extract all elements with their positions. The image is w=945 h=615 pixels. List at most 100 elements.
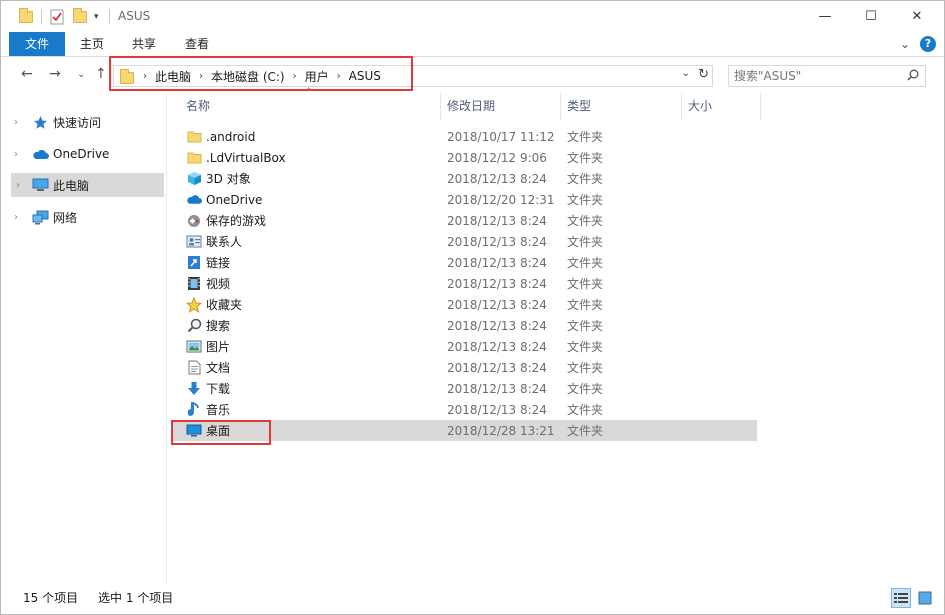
music-icon [186,402,202,418]
file-name-cell: 保存的游戏 [171,210,441,231]
file-type: 文件夹 [567,340,604,354]
file-row[interactable]: OneDrive 2018/12/20 12:31 文件夹 [171,189,757,210]
sidebar-item-onedrive[interactable]: › OneDrive [9,142,165,166]
maximize-button[interactable]: ☐ [848,1,894,32]
file-row[interactable]: 3D 对象 2018/12/13 8:24 文件夹 [171,168,757,189]
folder-icon [186,129,202,145]
column-header-date[interactable]: 修改日期 [441,93,561,119]
file-row[interactable]: 图片 2018/12/13 8:24 文件夹 [171,336,757,357]
customize-toolbar-icon[interactable]: ▾ [94,8,99,26]
file-name: 文档 [206,361,231,375]
back-button[interactable]: ← [21,66,33,82]
sidebar-item-label: OneDrive [53,147,110,161]
file-modified-date: 2018/10/17 11:12 [447,129,555,144]
column-header-size[interactable]: 大小 [682,93,761,119]
file-name: 收藏夹 [206,298,243,312]
search-icon [186,318,202,334]
gamepad-icon [186,213,202,229]
file-type: 文件夹 [567,130,604,144]
file-name: OneDrive [206,192,263,207]
file-type: 文件夹 [567,151,604,165]
column-header-name[interactable]: 名称 [180,93,441,119]
file-row[interactable]: 搜索 2018/12/13 8:24 文件夹 [171,315,757,336]
item-count: 15 个项目 [23,591,79,605]
new-folder-icon[interactable] [73,8,87,26]
file-modified-date: 2018/12/13 8:24 [447,297,547,312]
file-name-cell: 下载 [171,378,441,399]
column-header-row: ⌃ 名称 修改日期 类型 大小 [168,87,944,119]
file-name-cell: .android [171,126,441,147]
file-name-cell: 视频 [171,273,441,294]
tab-share[interactable]: 共享 [119,32,169,56]
large-icons-view-icon [918,591,932,605]
chevron-right-icon[interactable]: › [9,149,23,160]
properties-icon[interactable] [50,8,64,26]
file-explorer-window: ▾ ASUS — ☐ ✕ 文件 主页 共享 查看 ⌄ ? ← → ⌄ ↑ › 此… [0,0,945,615]
file-name-cell: 收藏夹 [171,294,441,315]
picture-icon [186,339,202,355]
cube-icon [186,171,202,187]
file-row[interactable]: 联系人 2018/12/13 8:24 文件夹 [171,231,757,252]
large-icons-view-button[interactable] [915,588,935,608]
tab-view[interactable]: 查看 [172,32,222,56]
sidebar-item-label: 此电脑 [53,178,90,193]
file-modified-date: 2018/12/13 8:24 [447,234,547,249]
contacts-icon [186,234,202,250]
file-name-cell: 搜索 [171,315,441,336]
file-modified-date: 2018/12/13 8:24 [447,360,547,375]
tab-file[interactable]: 文件 [9,32,65,56]
star-icon [31,114,49,130]
search-input[interactable] [729,66,899,86]
folder-icon[interactable] [19,8,33,26]
file-row[interactable]: 文档 2018/12/13 8:24 文件夹 [171,357,757,378]
file-modified-date: 2018/12/13 8:24 [447,339,547,354]
address-highlight-box [109,56,413,91]
file-modified-date: 2018/12/13 8:24 [447,255,547,270]
file-name: 视频 [206,277,231,291]
sidebar-item-this-pc[interactable]: › 此电脑 [11,173,164,197]
file-row[interactable]: 下载 2018/12/13 8:24 文件夹 [171,378,757,399]
file-row[interactable]: .android 2018/10/17 11:12 文件夹 [171,126,757,147]
file-type: 文件夹 [567,172,604,186]
address-dropdown-button[interactable]: ⌄ [682,68,690,79]
window-title: ASUS [118,9,151,23]
file-row[interactable]: 保存的游戏 2018/12/13 8:24 文件夹 [171,210,757,231]
minimize-button[interactable]: — [802,1,848,32]
up-button[interactable]: ↑ [95,66,107,82]
forward-button[interactable]: → [49,66,61,82]
chevron-right-icon[interactable]: › [9,117,23,128]
column-header-type[interactable]: 类型 [561,93,682,119]
expand-ribbon-icon[interactable]: ⌄ [900,37,910,51]
file-name: .LdVirtualBox [206,150,286,165]
file-type: 文件夹 [567,256,604,270]
file-row[interactable]: 收藏夹 2018/12/13 8:24 文件夹 [171,294,757,315]
file-name-cell: 文档 [171,357,441,378]
chevron-right-icon[interactable]: › [9,212,23,223]
file-type: 文件夹 [567,424,604,438]
details-view-button[interactable] [891,588,911,608]
file-row[interactable]: 链接 2018/12/13 8:24 文件夹 [171,252,757,273]
file-row[interactable]: .LdVirtualBox 2018/12/12 9:06 文件夹 [171,147,757,168]
link-icon [186,255,202,271]
file-type: 文件夹 [567,214,604,228]
recent-locations-button[interactable]: ⌄ [77,69,85,80]
sidebar-item-label: 网络 [53,210,78,225]
file-name: 图片 [206,340,231,354]
file-modified-date: 2018/12/12 9:06 [447,150,547,165]
sidebar-item-network[interactable]: › 网络 [9,205,165,229]
close-button[interactable]: ✕ [894,1,940,32]
help-icon[interactable]: ? [920,36,936,52]
search-box[interactable] [728,65,926,87]
file-row[interactable]: 视频 2018/12/13 8:24 文件夹 [171,273,757,294]
refresh-button[interactable]: ↻ [698,67,709,82]
desktop-highlight-box [171,420,271,445]
chevron-right-icon[interactable]: › [11,180,25,191]
search-icon[interactable] [907,69,919,81]
file-type: 文件夹 [567,403,604,417]
sidebar-item-quick-access[interactable]: › 快速访问 [9,110,165,134]
tab-home[interactable]: 主页 [67,32,117,56]
file-row[interactable]: 音乐 2018/12/13 8:24 文件夹 [171,399,757,420]
file-type: 文件夹 [567,193,604,207]
document-icon [186,360,202,376]
file-modified-date: 2018/12/13 8:24 [447,318,547,333]
